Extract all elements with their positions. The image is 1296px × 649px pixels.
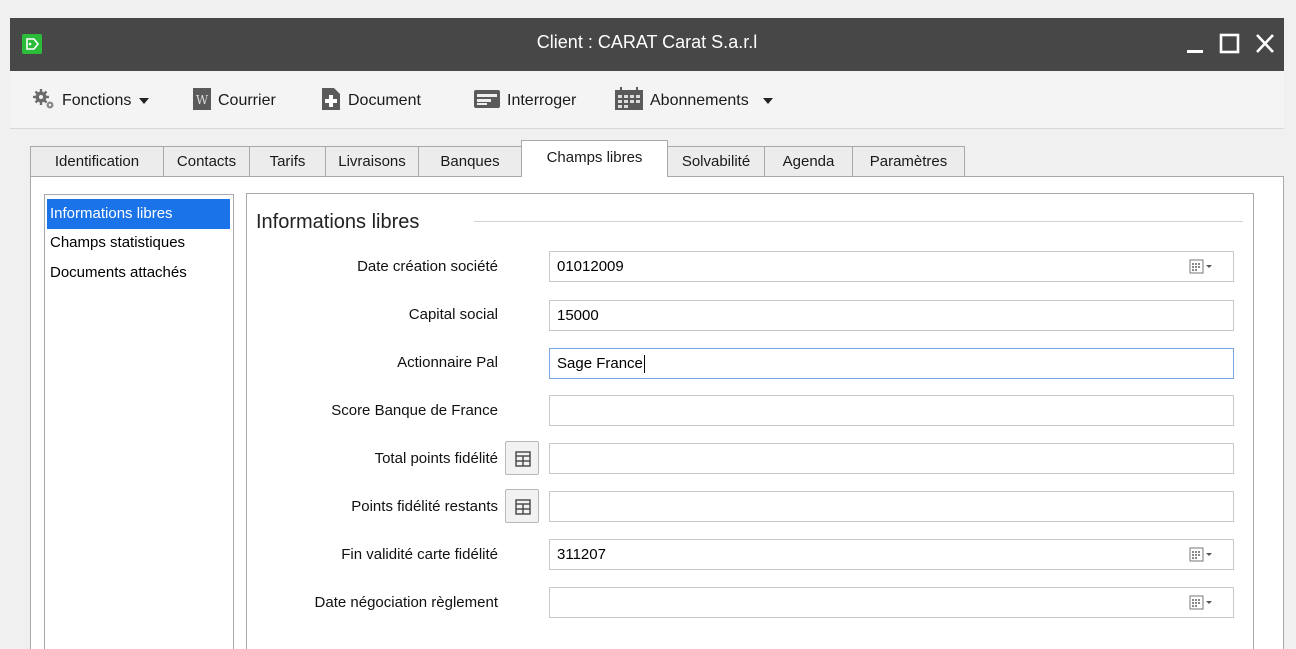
total-points-field[interactable]: [549, 443, 1234, 474]
interroger-label: Interroger: [507, 92, 577, 109]
calculator-icon: [515, 499, 531, 515]
score-banque-label: Score Banque de France: [331, 402, 498, 419]
group-divider: [474, 221, 1243, 222]
new-document-icon: [320, 87, 342, 116]
date-negociation-label: Date négociation règlement: [314, 594, 498, 611]
chevron-down-icon: [762, 98, 773, 104]
svg-text:W: W: [196, 93, 209, 107]
fin-validite-field[interactable]: 311207: [549, 539, 1234, 570]
fonctions-label: Fonctions: [62, 92, 132, 109]
actionnaire-field[interactable]: Sage France: [549, 348, 1234, 379]
calendar-dropdown-icon[interactable]: [1188, 257, 1216, 277]
close-button[interactable]: [1248, 28, 1282, 60]
tab-tarifs[interactable]: Tarifs: [249, 146, 326, 176]
capital-social-label: Capital social: [408, 306, 498, 323]
query-icon: [473, 88, 501, 115]
section-list: Informations libres Champs statistiques …: [44, 194, 234, 649]
tab-contacts[interactable]: Contacts: [163, 146, 250, 176]
tab-champs-libres[interactable]: Champs libres: [521, 140, 668, 177]
document-button[interactable]: Document: [320, 87, 421, 116]
calculator-button[interactable]: [505, 489, 539, 523]
tab-livraisons[interactable]: Livraisons: [325, 146, 419, 176]
window-title: Client : CARAT Carat S.a.r.l: [536, 32, 758, 52]
title-bar: Client : CARAT Carat S.a.r.l: [10, 18, 1284, 71]
section-item-informations-libres[interactable]: Informations libres: [47, 199, 230, 229]
fin-validite-label: Fin validité carte fidélité: [341, 546, 498, 563]
interroger-button[interactable]: Interroger: [473, 89, 576, 113]
abonnements-label: Abonnements: [650, 92, 749, 109]
date-creation-label: Date création société: [357, 258, 498, 275]
calendar-dropdown-icon[interactable]: [1188, 545, 1216, 565]
calendar-subscriptions-icon: [614, 86, 644, 116]
minimize-button[interactable]: [1178, 28, 1212, 60]
tab-agenda[interactable]: Agenda: [764, 146, 853, 176]
word-doc-icon: W: [192, 87, 212, 116]
points-restants-label: Points fidélité restants: [351, 498, 498, 515]
calendar-dropdown-icon[interactable]: [1188, 593, 1216, 613]
toolbar: Fonctions W Courrier Document Interroger: [10, 71, 1284, 129]
capital-social-field[interactable]: 15000: [549, 300, 1234, 331]
chevron-down-icon: [139, 98, 150, 104]
courrier-label: Courrier: [218, 92, 276, 109]
score-banque-field[interactable]: [549, 395, 1234, 426]
actionnaire-label: Actionnaire Pal: [397, 354, 498, 371]
actionnaire-value: Sage France: [557, 355, 643, 372]
tab-parametres[interactable]: Paramètres: [852, 146, 965, 176]
document-label: Document: [348, 92, 421, 109]
fonctions-menu-button[interactable]: Fonctions: [32, 88, 150, 115]
tab-identification[interactable]: Identification: [30, 146, 164, 176]
tab-solvabilite[interactable]: Solvabilité: [667, 146, 765, 176]
text-cursor: [643, 355, 645, 374]
section-item-documents-attaches[interactable]: Documents attachés: [47, 259, 230, 287]
tab-banques[interactable]: Banques: [418, 146, 522, 176]
section-item-champs-statistiques[interactable]: Champs statistiques: [47, 229, 230, 257]
calculator-icon: [515, 451, 531, 467]
client-window: Client : CARAT Carat S.a.r.l Fonctions W…: [0, 0, 1296, 649]
group-title: Informations libres: [256, 211, 420, 233]
courrier-button[interactable]: W Courrier: [192, 87, 276, 116]
maximize-button[interactable]: [1212, 28, 1246, 60]
gears-icon: [32, 88, 56, 115]
date-negociation-field[interactable]: [549, 587, 1234, 618]
abonnements-menu-button[interactable]: Abonnements: [614, 86, 773, 116]
calculator-button[interactable]: [505, 441, 539, 475]
points-restants-field[interactable]: [549, 491, 1234, 522]
date-creation-field[interactable]: 01012009: [549, 251, 1234, 282]
total-points-label: Total points fidélité: [374, 450, 498, 467]
